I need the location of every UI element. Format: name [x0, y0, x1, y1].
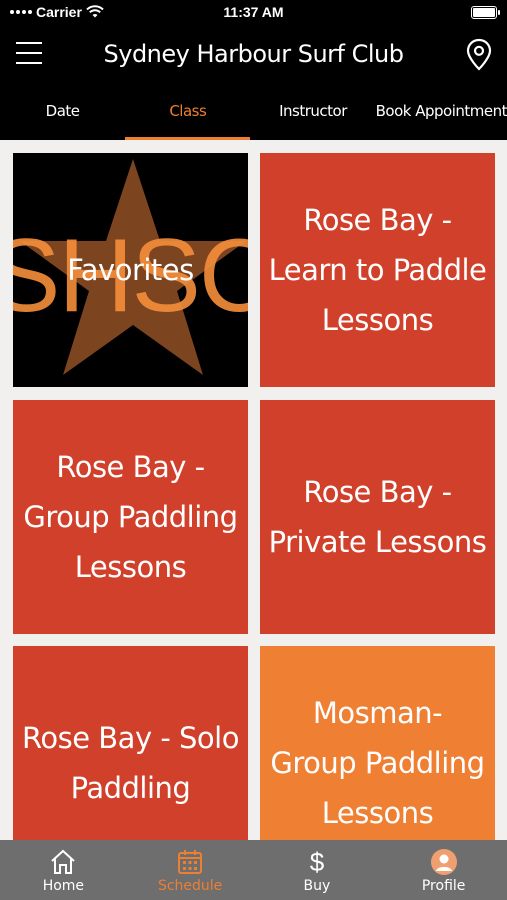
tile-favorites[interactable]: SHSC Favorites: [13, 153, 248, 387]
tile-label: Favorites: [67, 253, 194, 287]
tile-rose-bay-group-paddling[interactable]: Rose Bay - Group Paddling Lessons: [13, 400, 248, 634]
tab-instructor[interactable]: Instructor: [250, 86, 375, 140]
tile-rose-bay-private-lessons[interactable]: Rose Bay - Private Lessons: [260, 400, 495, 634]
calendar-icon: [178, 850, 203, 874]
nav-label: Schedule: [157, 878, 223, 894]
tab-date[interactable]: Date: [0, 86, 125, 140]
tile-label: Mosman- Group Paddling Lessons: [270, 696, 485, 830]
nav-profile[interactable]: Profile: [380, 840, 507, 900]
avatar-icon: [430, 849, 457, 875]
nav-label: Buy: [303, 878, 331, 894]
tile-label: Rose Bay - Solo Paddling: [22, 721, 239, 805]
tile-rose-bay-solo-paddling[interactable]: Rose Bay - Solo Paddling: [13, 646, 248, 840]
header: Sydney Harbour Surf Club: [0, 26, 507, 86]
nav-schedule[interactable]: Schedule: [127, 840, 254, 900]
tab-class[interactable]: Class: [125, 86, 251, 140]
nav-label: Home: [42, 878, 85, 894]
clock: 11:37 AM: [223, 4, 284, 20]
bottom-tab-bar: Home Schedule $ Buy Profile: [0, 840, 507, 900]
tile-label: Rose Bay - Private Lessons: [268, 475, 487, 559]
location-pin-icon[interactable]: [465, 38, 493, 72]
class-grid: SHSC Favorites Rose Bay - Learn to Paddl…: [0, 140, 507, 840]
dollar-icon: $: [310, 848, 325, 876]
nav-label: Profile: [421, 878, 466, 894]
tab-bar: Date Class Instructor Book Appointment: [0, 86, 507, 140]
home-icon: [51, 849, 76, 874]
svg-text:$: $: [310, 848, 325, 876]
page-title: Sydney Harbour Surf Club: [103, 40, 405, 68]
nav-home[interactable]: Home: [0, 840, 127, 900]
status-bar: Carrier 11:37 AM: [0, 0, 507, 26]
battery-icon: [471, 6, 500, 19]
tile-rose-bay-learn-to-paddle[interactable]: Rose Bay - Learn to Paddle Lessons: [260, 153, 495, 387]
tab-book-appointment[interactable]: Book Appointment: [376, 86, 507, 140]
tile-mosman-group-paddling[interactable]: Mosman- Group Paddling Lessons: [260, 646, 495, 840]
tile-label: Rose Bay - Learn to Paddle Lessons: [268, 203, 487, 337]
nav-buy[interactable]: $ Buy: [254, 840, 381, 900]
tile-label: Rose Bay - Group Paddling Lessons: [23, 450, 238, 584]
